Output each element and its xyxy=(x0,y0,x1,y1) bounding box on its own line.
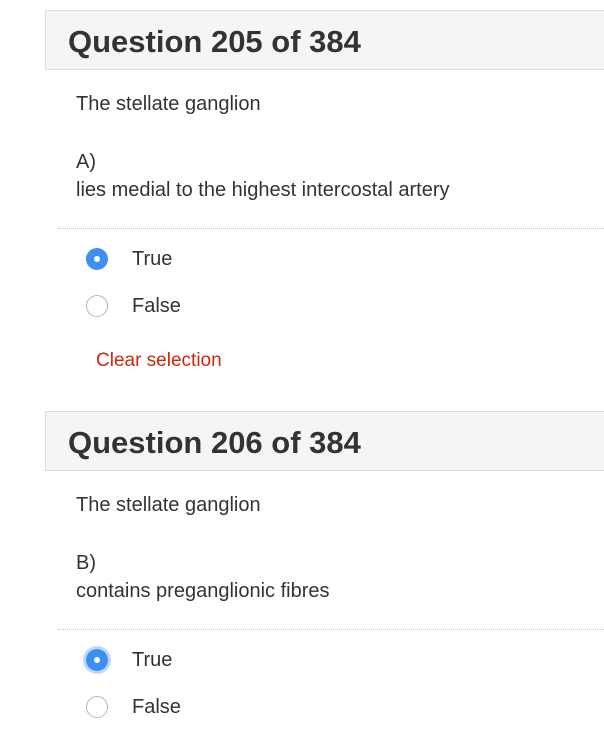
option-label: False xyxy=(132,696,181,718)
radio-button[interactable] xyxy=(86,696,108,718)
radio-button-selected[interactable] xyxy=(86,248,108,270)
question-title: Question 206 of 384 xyxy=(68,425,361,460)
option-false[interactable]: False xyxy=(86,694,181,720)
quiz-page: Question 205 of 384 The stellate ganglio… xyxy=(0,0,604,740)
radio-button-selected[interactable] xyxy=(86,649,108,671)
option-true[interactable]: True xyxy=(86,647,172,673)
option-label: True xyxy=(132,248,173,270)
divider xyxy=(58,228,604,229)
question-part-text: lies medial to the highest intercostal a… xyxy=(76,179,450,201)
question-part-label: B) xyxy=(76,552,96,574)
question-title: Question 205 of 384 xyxy=(68,24,361,59)
question-part-label: A) xyxy=(76,151,96,173)
option-false[interactable]: False xyxy=(86,293,181,319)
clear-selection-link[interactable]: Clear selection xyxy=(96,349,222,373)
divider xyxy=(58,629,604,630)
radio-button[interactable] xyxy=(86,295,108,317)
question-header: Question 206 of 384 xyxy=(45,411,604,471)
option-label: False xyxy=(132,295,181,317)
option-label: True xyxy=(132,649,173,671)
question-header: Question 205 of 384 xyxy=(45,10,604,70)
option-true[interactable]: True xyxy=(86,246,172,272)
question-part-text: contains preganglionic fibres xyxy=(76,580,330,602)
question-stem: The stellate ganglion xyxy=(76,494,261,516)
question-stem: The stellate ganglion xyxy=(76,93,261,115)
